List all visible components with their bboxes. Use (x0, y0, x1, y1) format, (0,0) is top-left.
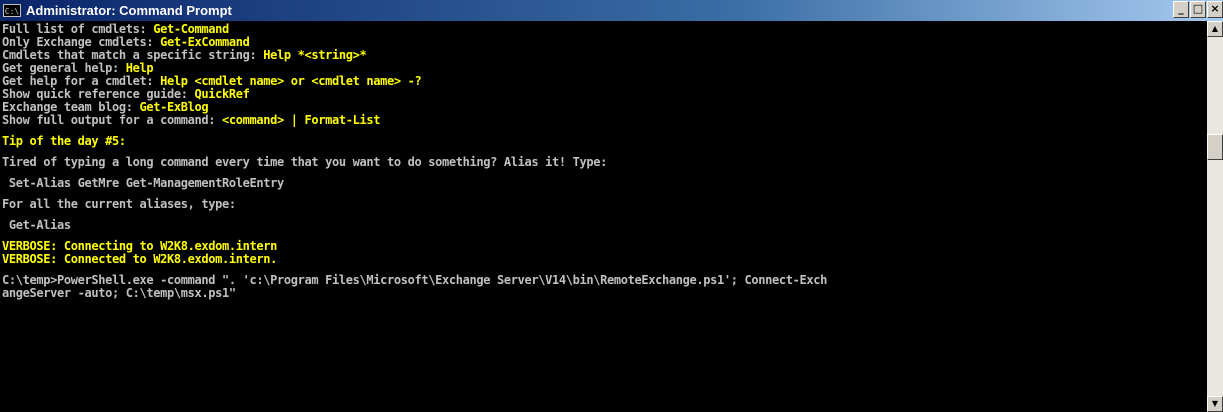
console-line: angeServer -auto; C:\temp\msx.ps1" (2, 287, 236, 300)
console-text: Get general help: (2, 61, 126, 75)
console-text: Get-Alias (2, 218, 71, 232)
window-title: Administrator: Command Prompt (26, 3, 232, 18)
console-line: Set-Alias GetMre Get-ManagementRoleEntry (2, 177, 284, 190)
console-text: Full list of cmdlets: (2, 22, 154, 36)
console-text: Cmdlets that match a specific string: (2, 48, 264, 62)
console-text: C:\temp>PowerShell.exe -command ". 'c:\P… (2, 273, 827, 287)
console-line: VERBOSE: Connected to W2K8.exdom.intern. (2, 253, 277, 266)
console-text: Get-ExBlog (139, 100, 209, 114)
console-text: Tired of typing a long command every tim… (2, 155, 607, 169)
close-button[interactable]: × (1207, 1, 1223, 18)
console-text: Exchange team blog: (2, 100, 140, 114)
console-text: Get-ExCommand (160, 35, 250, 49)
console-text: <command> | Format-List (222, 113, 381, 127)
console-text: Set-Alias GetMre Get-ManagementRoleEntry (2, 176, 284, 190)
console-text: Only Exchange cmdlets: (2, 35, 161, 49)
command-prompt-icon: C:\ (3, 4, 21, 17)
console-line: Get-Alias (2, 219, 71, 232)
console-text: Get help for a cmdlet: (2, 74, 161, 88)
vertical-scrollbar[interactable]: ▲ ▼ (1207, 21, 1223, 412)
console-text: Show full output for a command: (2, 113, 222, 127)
console-text: VERBOSE: Connected to W2K8.exdom.intern. (2, 252, 277, 266)
console-line: Show full output for a command: <command… (2, 114, 380, 127)
console-text: Tip of the day #5: (2, 134, 126, 148)
console-text: angeServer -auto; C:\temp\msx.ps1" (2, 286, 236, 300)
console-text: Help (125, 61, 154, 75)
scroll-up-arrow-icon[interactable]: ▲ (1207, 21, 1223, 37)
minimize-button[interactable]: _ (1173, 1, 1189, 18)
command-prompt-window: C:\ Administrator: Command Prompt _ □ × … (0, 0, 1223, 412)
console-line: Tip of the day #5: (2, 135, 126, 148)
console-text: QuickRef (194, 87, 250, 101)
title-bar[interactable]: C:\ Administrator: Command Prompt _ □ × (0, 0, 1223, 21)
scroll-down-arrow-icon[interactable]: ▼ (1207, 396, 1223, 412)
console-text: Get-Command (153, 22, 229, 36)
scrollbar-thumb[interactable] (1207, 134, 1223, 160)
maximize-button[interactable]: □ (1190, 1, 1206, 18)
console-line: For all the current aliases, type: (2, 198, 236, 211)
console-text: For all the current aliases, type: (2, 197, 236, 211)
window-controls: _ □ × (1172, 1, 1223, 18)
console-line: Tired of typing a long command every tim… (2, 156, 607, 169)
console-output[interactable]: Full list of cmdlets: Get-Command Only Ex… (0, 21, 1207, 412)
console-text: Show quick reference guide: (2, 87, 195, 101)
console-text: VERBOSE: Connecting to W2K8.exdom.intern (2, 239, 277, 253)
console-text: Help <cmdlet name> or <cmdlet name> -? (160, 74, 422, 88)
console-text: Help *<string>* (263, 48, 367, 62)
